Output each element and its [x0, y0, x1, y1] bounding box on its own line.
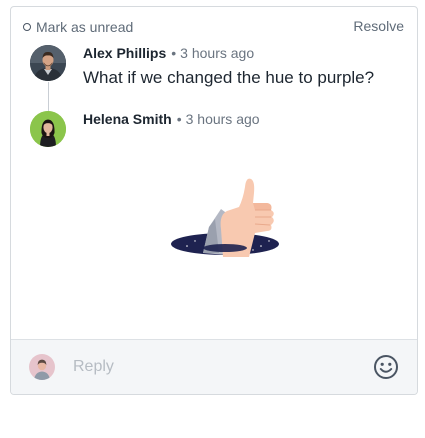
comment-header: Alex Phillips • 3 hours ago [83, 45, 254, 61]
mark-as-unread-label: Mark as unread [36, 19, 134, 35]
avatar-helena-image [30, 111, 66, 147]
thread-toolbar: Mark as unread Resolve [11, 7, 417, 45]
comment-timestamp: 3 hours ago [185, 111, 260, 127]
resolve-button[interactable]: Resolve [353, 18, 404, 34]
current-user-avatar-image [29, 354, 55, 380]
comment-timestamp: 3 hours ago [180, 45, 255, 61]
comment-author[interactable]: Alex Phillips [83, 45, 166, 61]
thumbs-up-hole-illustration [169, 169, 281, 263]
comment-header: Helena Smith • 3 hours ago [83, 111, 260, 127]
avatar[interactable] [30, 45, 66, 81]
comment-body: What if we changed the hue to purple? [83, 68, 375, 87]
comment-thread-card: Mark as unread Resolve Alex Phillips • 3… [10, 6, 418, 395]
reply-bar [11, 339, 417, 394]
avatar [29, 354, 55, 380]
emoji-picker-button[interactable] [372, 353, 400, 381]
comment-author[interactable]: Helena Smith [83, 111, 172, 127]
meta-separator: • [171, 45, 177, 61]
smiley-face-icon [374, 355, 398, 379]
reply-input[interactable] [73, 352, 353, 382]
unread-ring-icon [23, 23, 31, 31]
mark-as-unread-button[interactable]: Mark as unread [23, 18, 133, 36]
avatar[interactable] [30, 111, 66, 147]
meta-separator: • [176, 111, 182, 127]
avatar-alex-image [30, 45, 66, 81]
